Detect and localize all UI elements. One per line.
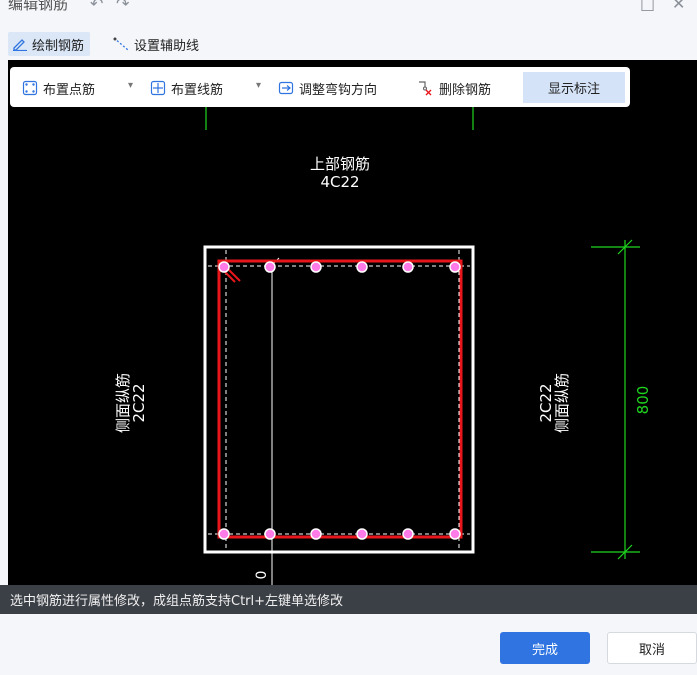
rebar-toolbar: 布置点筋 ▾ 布置线筋 ▾ 调整弯钩方向 删除钢筋 显示标注 [10,67,630,107]
line-rebar-icon [150,80,166,96]
axis-marker: 0 [254,571,270,580]
tab-auxiliary-line[interactable]: 设置辅助线 [108,32,205,56]
rebar-point[interactable] [310,528,322,540]
delete-rebar-icon [419,81,432,96]
dialog-footer: 完成 取消 [0,614,697,675]
rebar-point[interactable] [218,261,230,273]
chevron-down-icon[interactable]: ▾ [128,80,133,91]
cancel-button-label: 取消 [638,642,665,658]
rebar-point[interactable] [449,528,461,540]
cancel-button[interactable]: 取消 [607,632,697,664]
hook-direction-icon [278,81,294,95]
rebar-point[interactable] [218,528,230,540]
undo-icon[interactable]: ↶ [90,0,103,13]
mode-tabs: 绘制钢筋 设置辅助线 [0,30,697,58]
right-side-rebar-label[interactable]: 侧面纵筋 [553,373,571,433]
stirrup-rebar[interactable] [217,259,463,539]
tab-auxiliary-line-label: 设置辅助线 [134,38,200,54]
rebar-point[interactable] [264,528,276,540]
place-line-rebar-label: 布置线筋 [171,82,224,98]
maximize-icon[interactable]: □ [640,0,655,13]
cover-lines [208,250,470,550]
place-point-rebar-label: 布置点筋 [43,82,96,98]
rebar-point[interactable] [356,528,368,540]
delete-rebar-button[interactable]: 删除钢筋 [416,75,491,101]
top-rebar-points [218,261,461,273]
section-drawing: 上部钢筋 4C22 侧面纵筋 2C22 2C22 侧面纵筋 800 0 [114,107,652,585]
show-annotation-label: 显示标注 [547,82,600,97]
top-rebar-label[interactable]: 上部钢筋 [310,155,370,173]
status-text: 选中钢筋进行属性修改，成组点筋支持Ctrl+左键单选修改 [10,594,344,609]
confirm-button[interactable]: 完成 [500,632,590,664]
title-bar: 编辑钢筋 ↶ ↷ □ ✕ [0,0,697,22]
tab-draw-rebar-label: 绘制钢筋 [32,38,85,54]
stirrup-hook-2 [226,267,241,282]
adjust-hook-button[interactable]: 调整弯钩方向 [278,75,377,101]
place-point-rebar-button[interactable]: 布置点筋 [22,75,95,101]
delete-rebar-label: 删除钢筋 [439,82,492,98]
redo-icon[interactable]: ↷ [116,0,129,13]
chevron-down-icon[interactable]: ▾ [256,80,261,91]
window-title: 编辑钢筋 [8,0,69,13]
rebar-point[interactable] [264,261,276,273]
rebar-point[interactable] [449,261,461,273]
tab-draw-rebar[interactable]: 绘制钢筋 [8,32,91,56]
rebar-point[interactable] [310,261,322,273]
pencil-icon [13,39,27,51]
rebar-point[interactable] [402,261,414,273]
left-side-rebar-spec[interactable]: 2C22 [130,383,148,422]
adjust-hook-label: 调整弯钩方向 [299,82,378,98]
point-rebar-icon [22,80,38,96]
close-icon[interactable]: ✕ [672,0,685,13]
drawing-canvas[interactable]: 上部钢筋 4C22 侧面纵筋 2C22 2C22 侧面纵筋 800 0 [8,60,697,585]
dimension-value: 800 [634,386,652,415]
auxiliary-line-icon [113,37,129,51]
confirm-button-label: 完成 [531,642,558,658]
rebar-point[interactable] [356,261,368,273]
status-bar: 选中钢筋进行属性修改，成组点筋支持Ctrl+左键单选修改 [0,585,697,614]
show-annotation-toggle[interactable]: 显示标注 [523,72,625,103]
section-outline[interactable] [203,245,475,554]
rebar-point[interactable] [402,528,414,540]
dimension-line[interactable] [591,239,640,560]
top-rebar-spec[interactable]: 4C22 [320,173,359,191]
place-line-rebar-button[interactable]: 布置线筋 [150,75,223,101]
